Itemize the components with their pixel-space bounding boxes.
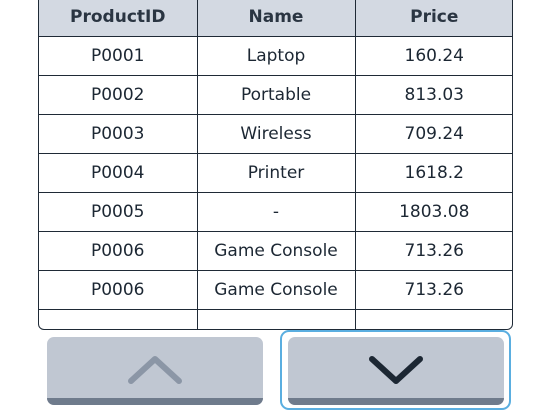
cell-price: 1803.08	[354, 192, 512, 232]
table-row[interactable]: P0006 Game Console 713.26	[39, 270, 512, 310]
cell-name: -	[196, 192, 356, 232]
cell-price: 160.24	[354, 36, 512, 76]
cell-productid: P0006	[39, 270, 198, 310]
cell-name: Game Console	[196, 270, 356, 310]
table-row[interactable]: P0002 Portable 813.03	[39, 75, 512, 115]
chevron-up-icon	[128, 356, 182, 384]
cell-price: 709.24	[354, 114, 512, 154]
cell-productid: P0006	[39, 231, 198, 271]
table-row[interactable]: P0005 - 1803.08	[39, 192, 512, 232]
cell-price: 713.26	[354, 231, 512, 271]
cell-productid: P0001	[39, 36, 198, 76]
table-row[interactable]: P0001 Laptop 160.24	[39, 36, 512, 76]
cell-productid	[39, 309, 198, 329]
products-table-container[interactable]: ProductID Name Price P0001 Laptop 160.24…	[38, 0, 513, 330]
cell-price: 713.26	[354, 270, 512, 310]
cell-productid: P0005	[39, 192, 198, 232]
cell-name: Laptop	[196, 36, 356, 76]
column-header-name[interactable]: Name	[196, 0, 356, 37]
table-row[interactable]: P0003 Wireless 709.24	[39, 114, 512, 154]
table-row[interactable]: P0004 Printer 1618.2	[39, 153, 512, 193]
cell-price	[354, 309, 512, 329]
products-table: ProductID Name Price P0001 Laptop 160.24…	[39, 0, 512, 329]
chevron-down-icon	[369, 356, 423, 384]
cell-price: 813.03	[354, 75, 512, 115]
scroll-up-button[interactable]	[47, 337, 263, 405]
cell-productid: P0002	[39, 75, 198, 115]
table-row[interactable]: P0006 Game Console 713.26	[39, 231, 512, 271]
screen: ProductID Name Price P0001 Laptop 160.24…	[0, 0, 552, 414]
cell-name: Wireless	[196, 114, 356, 154]
cell-name	[196, 309, 356, 329]
column-header-productid[interactable]: ProductID	[39, 0, 198, 37]
cell-name: Game Console	[196, 231, 356, 271]
cell-productid: P0003	[39, 114, 198, 154]
cell-name: Portable	[196, 75, 356, 115]
table-header-row: ProductID Name Price	[39, 0, 512, 37]
column-header-price[interactable]: Price	[354, 0, 512, 37]
cell-price: 1618.2	[354, 153, 512, 193]
table-row-partial[interactable]	[39, 309, 512, 329]
cell-productid: P0004	[39, 153, 198, 193]
cell-name: Printer	[196, 153, 356, 193]
scroll-down-button[interactable]	[288, 337, 504, 405]
